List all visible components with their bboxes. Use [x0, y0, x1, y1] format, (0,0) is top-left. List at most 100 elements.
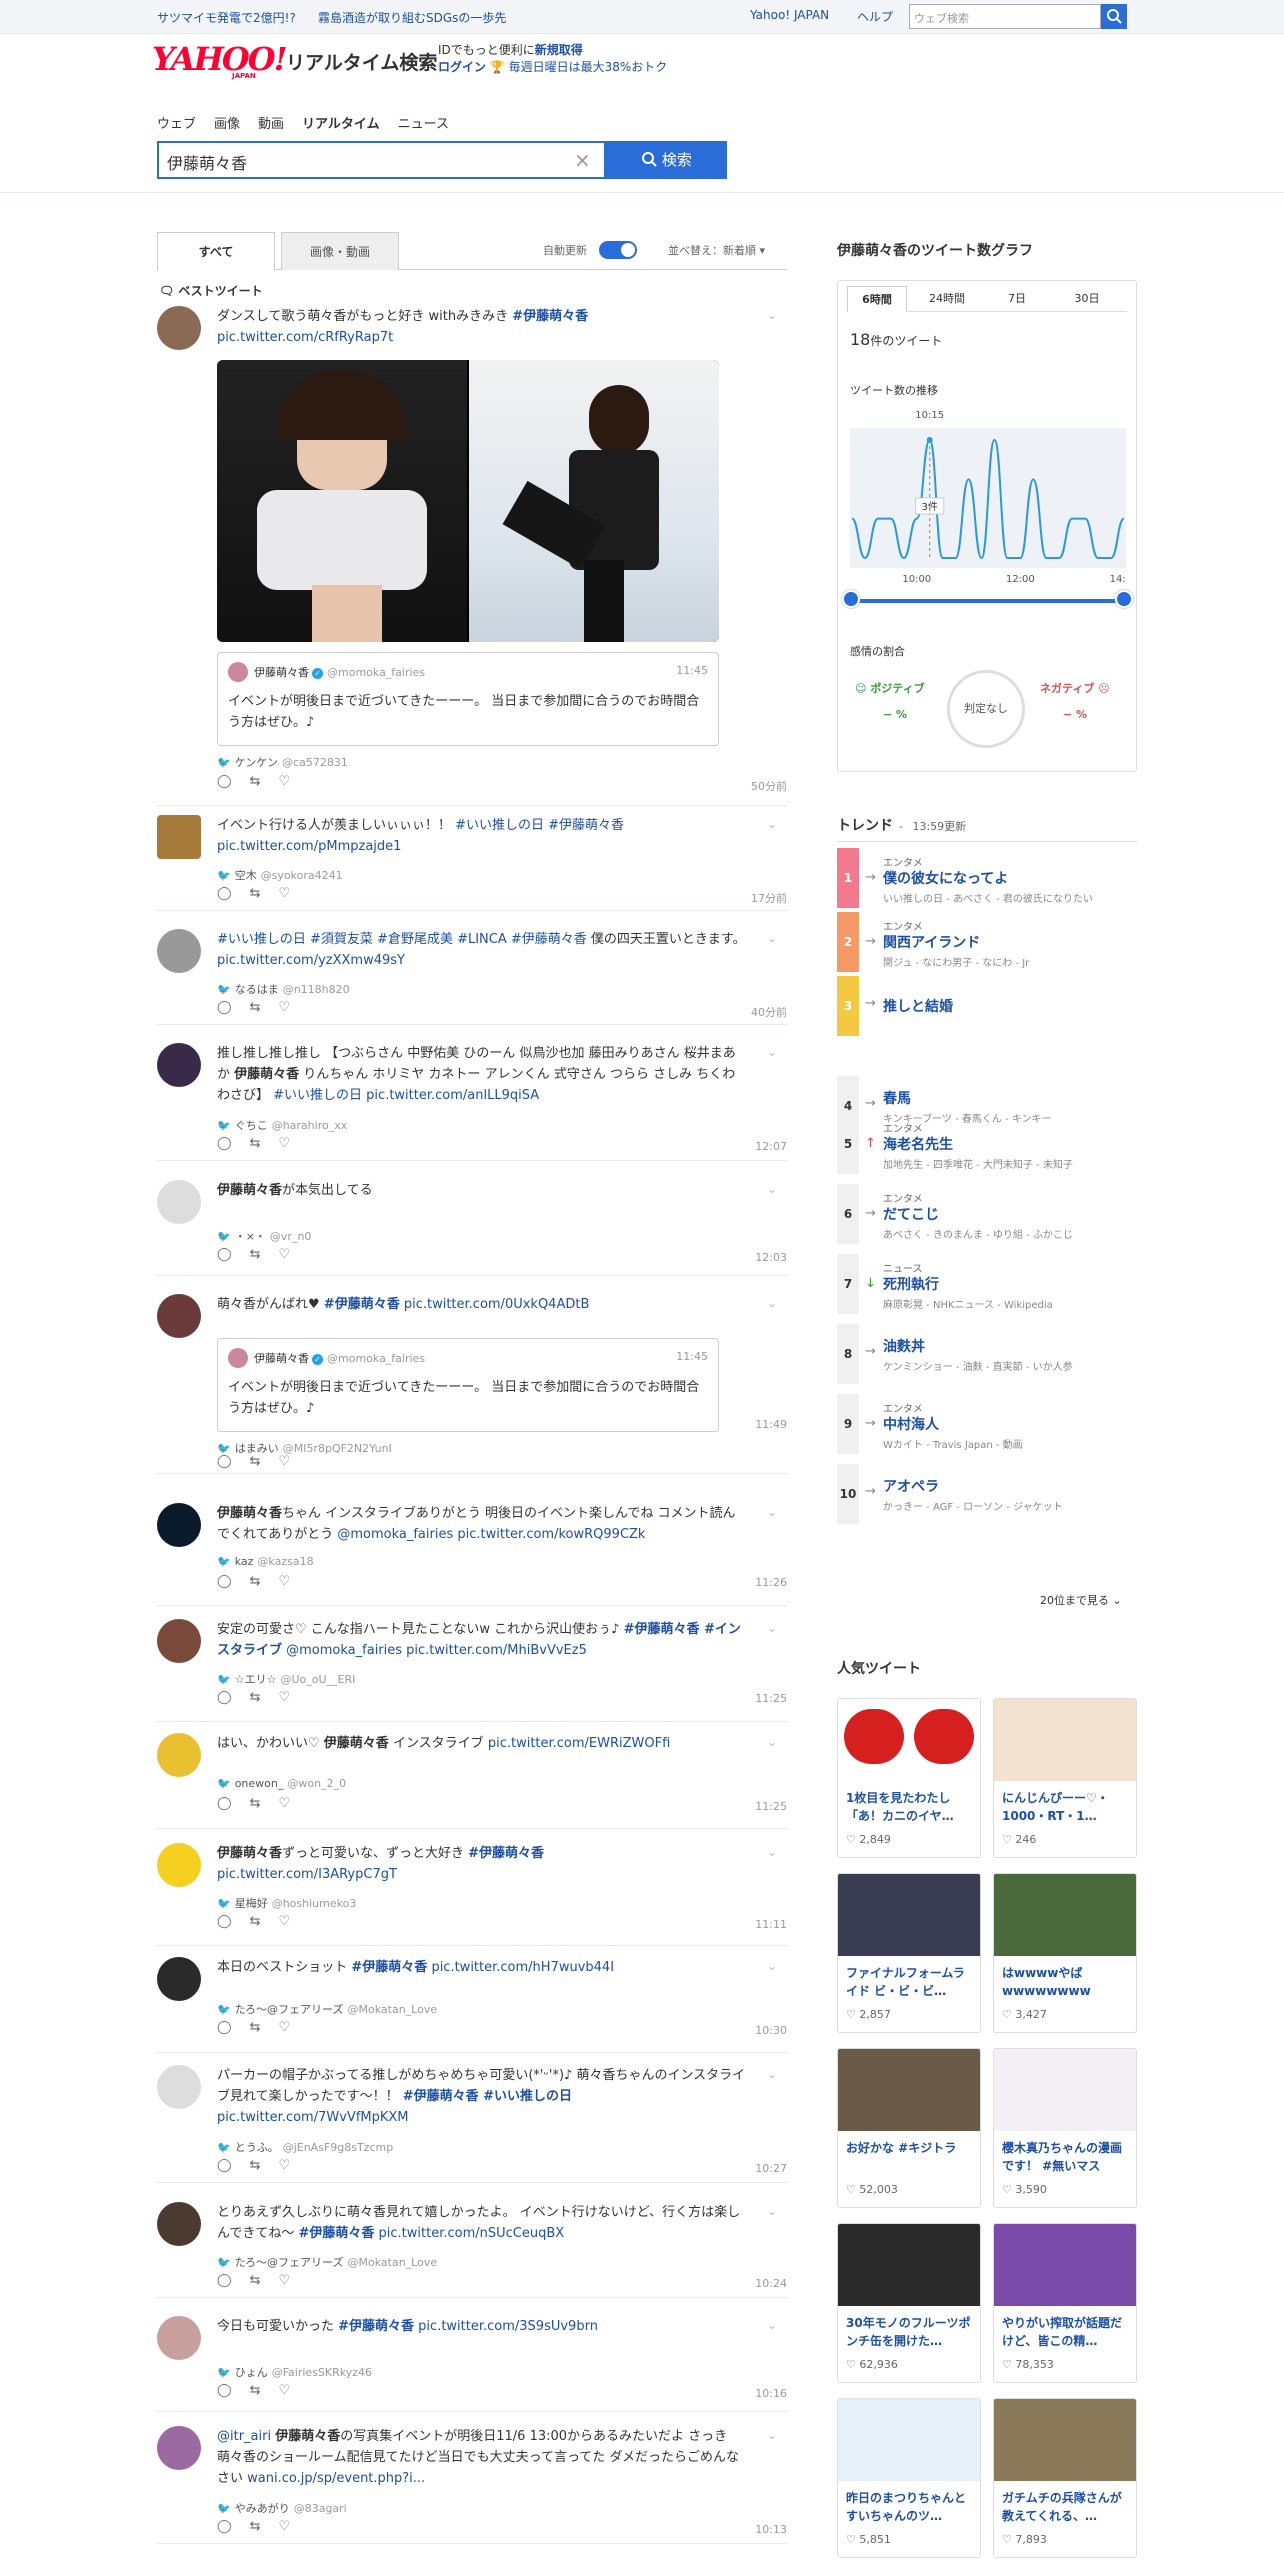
trend-item[interactable]: 1 → エンタメ 僕の彼女になってよ いい推しの日 - あべさく - 君の彼氏になりたい	[837, 846, 1137, 910]
register-link[interactable]: 新規取得	[535, 43, 583, 57]
trend-title-link[interactable]: 僕の彼女になってよ	[883, 868, 1008, 888]
retweet-icon[interactable]: ⇆	[250, 1914, 279, 1929]
reply-icon[interactable]: ◯	[217, 1690, 250, 1705]
popular-card[interactable]: 昨日のまつりちゃんとすいちゃんのツ… ♡ 5,851	[837, 2398, 981, 2558]
card-image[interactable]	[994, 1874, 1136, 1956]
tweet-time[interactable]: 12:03	[755, 1251, 787, 1264]
chevron-down-icon[interactable]: ⌄	[767, 2067, 777, 2081]
tweet-time[interactable]: 10:16	[755, 2387, 787, 2400]
trend-item[interactable]: 9 → エンタメ 中村海人 Wカイト - Travis Japan - 動画	[837, 1392, 1137, 1456]
range-slider-end[interactable]	[1115, 590, 1133, 608]
pic-link[interactable]: pic.twitter.com/nSUcCeuqBX	[374, 2226, 565, 2241]
avatar[interactable]	[157, 2316, 201, 2360]
pic-link[interactable]: pic.twitter.com/cRfRyRap7t	[217, 330, 393, 345]
chevron-down-icon[interactable]: ⌄	[767, 1296, 777, 1310]
top-search-input[interactable]: ウェブ検索	[909, 4, 1101, 29]
trend-title-link[interactable]: だてこじ	[883, 1204, 939, 1224]
nav-news[interactable]: ニュース	[398, 113, 449, 132]
pic-link[interactable]: @momoka_fairies pic.twitter.com/kowRQ99C…	[337, 1527, 645, 1542]
popular-card[interactable]: やりがい搾取が話題だけど、皆この精… ♡ 78,353	[993, 2223, 1137, 2383]
reply-icon[interactable]: ◯	[217, 1000, 250, 1015]
tweet-time[interactable]: 10:13	[755, 2523, 787, 2536]
avatar[interactable]	[157, 2202, 201, 2246]
tweet-user[interactable]: 🐦 ひょん @FairiesSKRkyz46	[217, 2364, 372, 2380]
pic-link[interactable]: pic.twitter.com/7WvVfMpKXM	[217, 2110, 409, 2125]
range-tab-30d[interactable]: 30日	[1057, 286, 1117, 312]
range-tab-24h[interactable]: 24時間	[917, 286, 977, 312]
tweet-user[interactable]: 🐦 ぐちこ @harahiro_xx	[217, 1117, 347, 1133]
chevron-down-icon[interactable]: ⌄	[767, 308, 777, 322]
tweet-time[interactable]: 11:49	[755, 1418, 787, 1431]
pic-link[interactable]: pic.twitter.com/EWRiZWOFfi	[488, 1736, 670, 1751]
pic-link[interactable]: pic.twitter.com/0UxkQ4ADtB	[400, 1297, 590, 1312]
tab-media[interactable]: 画像・動画	[281, 232, 399, 270]
tweet-user[interactable]: 🐦 onewon_ @won_2_0	[217, 1777, 346, 1790]
trend-item[interactable]: 8 → 油麩丼 ケンミンショー - 油麩 - 直実節 - いか人参	[837, 1322, 1137, 1386]
sort-select[interactable]: 並べ替え：新着順 ▾	[668, 242, 765, 258]
sunday-promo-link[interactable]: 毎週日曜日は最大38%おトク	[509, 60, 668, 74]
chevron-down-icon[interactable]: ⌄	[767, 1845, 777, 1859]
reply-icon[interactable]: ◯	[217, 2020, 250, 2035]
trend-title-link[interactable]: 関西アイランド	[883, 932, 980, 952]
card-image[interactable]	[838, 2224, 980, 2306]
tweet-user[interactable]: 🐦 やみあがり @83agari	[217, 2500, 347, 2516]
reply-icon[interactable]: ◯	[217, 2158, 250, 2173]
chevron-down-icon[interactable]: ⌄	[767, 1959, 777, 1973]
retweet-icon[interactable]: ⇆	[250, 2519, 279, 2534]
chevron-down-icon[interactable]: ⌄	[767, 1182, 777, 1196]
retweet-icon[interactable]: ⇆	[250, 1000, 279, 1015]
hashtag-link[interactable]: #伊藤萌々香	[324, 1297, 400, 1312]
search-input[interactable]: 伊藤萌々香	[157, 141, 606, 179]
trend-item[interactable]: 10 → アオペラ かっきー - AGF - ローソン - ジャケット	[837, 1462, 1137, 1526]
top-search-button[interactable]	[1101, 4, 1127, 29]
quote-tweet[interactable]: 伊藤萌々香 ✓ @momoka_fairies 11:45 イベントが明後日まで近づ…	[217, 1338, 719, 1432]
mention-link[interactable]: @itr_airi	[217, 2429, 275, 2444]
photo-2[interactable]	[469, 360, 719, 642]
chevron-down-icon[interactable]: ⌄	[767, 2428, 777, 2442]
tweet-time[interactable]: 10:30	[755, 2024, 787, 2037]
avatar[interactable]	[157, 1957, 201, 2001]
like-icon[interactable]: ♡	[278, 1914, 308, 1929]
card-image[interactable]	[838, 1874, 980, 1956]
retweet-icon[interactable]: ⇆	[250, 1247, 279, 1262]
popular-card[interactable]: ガチムチの兵隊さんが教えてくれる、… ♡ 7,893	[993, 2398, 1137, 2558]
retweet-icon[interactable]: ⇆	[250, 2158, 279, 2173]
tweet-time[interactable]: 12:07	[755, 1140, 787, 1153]
tweet-user[interactable]: 🐦 なるはま @n118h820	[217, 981, 350, 997]
pic-link[interactable]: pic.twitter.com/I3ARypC7gT	[217, 1867, 397, 1882]
trend-item[interactable]: 6 → エンタメ だてこじ あべさく - きのまんま - ゆり組 - ふかこじ	[837, 1182, 1137, 1246]
like-icon[interactable]: ♡	[278, 2158, 308, 2173]
auto-update-toggle[interactable]	[599, 241, 637, 259]
retweet-icon[interactable]: ⇆	[250, 1454, 279, 1469]
trend-title-link[interactable]: 中村海人	[883, 1414, 939, 1434]
like-icon[interactable]: ♡	[278, 886, 308, 901]
like-icon[interactable]: ♡	[278, 1136, 308, 1151]
login-link[interactable]: ログイン	[438, 60, 486, 74]
retweet-icon[interactable]: ⇆	[250, 1574, 279, 1589]
avatar[interactable]	[157, 1843, 201, 1887]
chevron-down-icon[interactable]: ⌄	[767, 1621, 777, 1635]
pic-link[interactable]: @momoka_fairies pic.twitter.com/MhiBvVvE…	[282, 1643, 587, 1658]
avatar[interactable]	[157, 2065, 201, 2109]
hashtag-link[interactable]: #いい推しの日 #須賀友菜 #倉野尾成美 #LINCA #伊藤萌々香	[217, 932, 587, 947]
photo-1[interactable]	[217, 360, 467, 642]
retweet-icon[interactable]: ⇆	[250, 2273, 279, 2288]
reply-icon[interactable]: ◯	[217, 1247, 250, 1262]
avatar[interactable]	[157, 929, 201, 973]
trend-title-link[interactable]: 油麩丼	[883, 1336, 925, 1356]
trend-title-link[interactable]: 推しと結婚	[883, 996, 953, 1016]
tweet-time[interactable]: 10:24	[755, 2277, 787, 2290]
range-slider-start[interactable]	[842, 590, 860, 608]
like-icon[interactable]: ♡	[278, 1690, 308, 1705]
nav-images[interactable]: 画像	[214, 113, 240, 132]
tab-all[interactable]: すべて	[157, 232, 275, 271]
clear-icon[interactable]: ×	[574, 148, 591, 172]
tweet-count-chart[interactable]: 10:15 3件 10:00 12:00 14:00	[850, 400, 1126, 590]
avatar[interactable]	[157, 1294, 201, 1338]
retweet-icon[interactable]: ⇆	[250, 774, 279, 789]
promo-link-2[interactable]: 霧島酒造が取り組むSDGsの一歩先	[318, 9, 506, 26]
pic-link[interactable]: pic.twitter.com/pMmpzajde1	[217, 839, 401, 854]
card-image[interactable]	[838, 2399, 980, 2481]
popular-card[interactable]: 1枚目を見たわたし「あ！カニのイヤ… ♡ 2,849	[837, 1698, 981, 1858]
reply-icon[interactable]: ◯	[217, 2383, 250, 2398]
